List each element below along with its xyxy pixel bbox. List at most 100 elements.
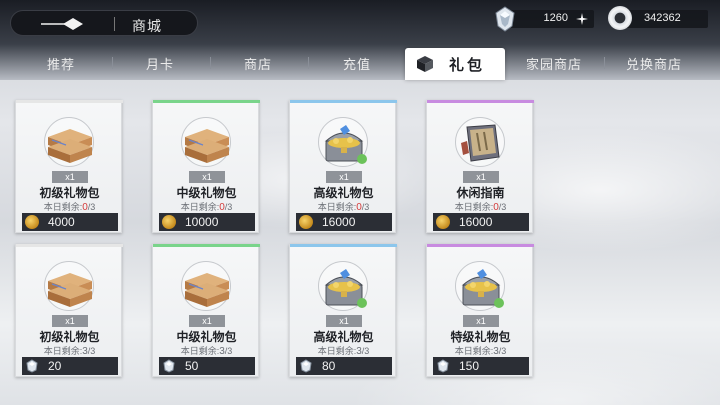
price-value: 16000 <box>322 215 356 229</box>
wooden-boxes-icon <box>48 129 92 163</box>
price-value: 4000 <box>48 215 75 229</box>
daily-remaining: 本日剩余:3/3 <box>290 344 397 357</box>
gift-pack-card[interactable]: x1 特级礼物包 本日剩余:3/3 150 <box>426 244 534 377</box>
gift-pack-card[interactable]: x1 初级礼物包 本日剩余:3/3 20 <box>15 244 123 377</box>
gem-icon <box>495 6 515 32</box>
daily-remaining: 本日剩余:3/3 <box>16 344 123 357</box>
wooden-boxes-icon <box>185 129 229 163</box>
gift-pack-card[interactable]: x1 中级礼物包 本日剩余:3/3 50 <box>152 244 260 377</box>
gem-icon <box>26 359 38 373</box>
gold-coin-icon <box>299 215 313 229</box>
daily-remaining: 本日剩余:3/3 <box>153 344 260 357</box>
remaining-total: /3 <box>361 346 370 356</box>
buy-button[interactable]: 80 <box>296 357 392 375</box>
remaining-total: /3 <box>87 202 96 212</box>
tab-recharge[interactable]: 充值 <box>322 50 392 76</box>
tab-gift-pack[interactable]: 礼包 <box>405 48 505 80</box>
coin-currency-value: 342362 <box>644 12 681 24</box>
gem-icon <box>437 359 449 373</box>
tab-exchange-shop[interactable]: 兑换商店 <box>614 50 694 76</box>
buy-button[interactable]: 10000 <box>159 213 255 231</box>
treasure-chest-icon <box>461 269 504 308</box>
coin-currency-box: 342362 <box>620 10 708 28</box>
daily-remaining: 本日剩余:0/3 <box>153 200 260 213</box>
remaining-total: /3 <box>361 202 370 212</box>
buy-button[interactable]: 20 <box>22 357 118 375</box>
tab-gift-pack-label: 礼包 <box>449 57 486 74</box>
gift-pack-card[interactable]: x1 中级礼物包 本日剩余:0/3 10000 <box>152 100 260 233</box>
gold-coin-icon <box>25 215 39 229</box>
add-gem-button[interactable] <box>575 12 589 26</box>
tab-shop[interactable]: 商店 <box>223 50 293 76</box>
page-title: 商城 <box>132 18 162 34</box>
item-quantity: x1 <box>463 315 499 327</box>
gift-pack-card[interactable]: x1 高级礼物包 本日剩余:0/3 16000 <box>289 100 397 233</box>
buy-button[interactable]: 16000 <box>296 213 392 231</box>
rarity-stripe <box>16 100 123 103</box>
item-name: 初级礼物包 <box>39 186 100 200</box>
buy-button[interactable]: 4000 <box>22 213 118 231</box>
tab-recommend[interactable]: 推荐 <box>26 50 96 76</box>
wooden-boxes-icon <box>185 273 229 307</box>
treasure-chest-icon <box>324 269 367 308</box>
item-quantity: x1 <box>189 171 225 183</box>
gem-icon <box>300 359 312 373</box>
item-name: 高级礼物包 <box>313 186 374 200</box>
tab-home-shop[interactable]: 家园商店 <box>514 50 594 76</box>
remaining-label: 本日剩余: <box>317 346 357 356</box>
book-icon <box>461 124 500 162</box>
rarity-stripe <box>153 244 260 247</box>
gift-pack-card[interactable]: x1 休闲指南 本日剩余:0/3 16000 <box>426 100 534 233</box>
remaining-total: /3 <box>87 346 96 356</box>
price-value: 80 <box>322 359 336 373</box>
price-value: 150 <box>459 359 480 373</box>
treasure-chest-icon <box>324 125 367 164</box>
rarity-stripe <box>153 100 260 103</box>
item-quantity: x1 <box>52 315 88 327</box>
remaining-label: 本日剩余: <box>454 202 494 212</box>
tab-divider <box>308 57 309 69</box>
daily-remaining: 本日剩余:3/3 <box>427 344 534 357</box>
tab-monthly-card[interactable]: 月卡 <box>125 50 195 76</box>
item-quantity: x1 <box>189 315 225 327</box>
daily-remaining: 本日剩余:0/3 <box>427 200 534 213</box>
item-quantity: x1 <box>326 315 362 327</box>
back-button[interactable]: 商城 <box>10 10 198 36</box>
buy-button[interactable]: 16000 <box>433 213 529 231</box>
daily-remaining: 本日剩余:0/3 <box>290 200 397 213</box>
remaining-label: 本日剩余: <box>454 346 494 356</box>
item-quantity: x1 <box>52 171 88 183</box>
rarity-stripe <box>16 244 123 247</box>
wooden-boxes-icon <box>48 273 92 307</box>
tab-divider <box>112 57 113 69</box>
gem-icon <box>163 359 175 373</box>
remaining-label: 本日剩余: <box>180 202 220 212</box>
item-quantity: x1 <box>463 171 499 183</box>
buy-button[interactable]: 150 <box>433 357 529 375</box>
buy-button[interactable]: 50 <box>159 357 255 375</box>
cube-icon <box>417 56 433 72</box>
item-name: 中级礼物包 <box>176 186 237 200</box>
gem-currency-value: 1260 <box>543 12 568 24</box>
tab-divider <box>604 57 605 69</box>
remaining-label: 本日剩余: <box>180 346 220 356</box>
remaining-label: 本日剩余: <box>317 202 357 212</box>
gift-pack-card[interactable]: x1 高级礼物包 本日剩余:3/3 80 <box>289 244 397 377</box>
item-name: 高级礼物包 <box>313 330 374 344</box>
gift-pack-card[interactable]: x1 初级礼物包 本日剩余:0/3 4000 <box>15 100 123 233</box>
remaining-label: 本日剩余: <box>43 346 83 356</box>
price-value: 20 <box>48 359 62 373</box>
remaining-total: /3 <box>498 202 507 212</box>
silver-coin-icon <box>608 6 632 30</box>
rarity-stripe <box>427 100 534 103</box>
item-name: 初级礼物包 <box>39 330 100 344</box>
back-arrow-icon <box>41 18 83 30</box>
gold-coin-icon <box>162 215 176 229</box>
rarity-stripe <box>290 100 397 103</box>
tab-divider <box>210 57 211 69</box>
item-name: 特级礼物包 <box>450 330 511 344</box>
tab-bar: 推荐 月卡 商店 充值 家园商店 兑换商店 <box>0 50 720 76</box>
gem-currency-box: 1260 <box>510 10 594 28</box>
item-name: 休闲指南 <box>456 186 505 200</box>
remaining-total: /3 <box>224 346 233 356</box>
